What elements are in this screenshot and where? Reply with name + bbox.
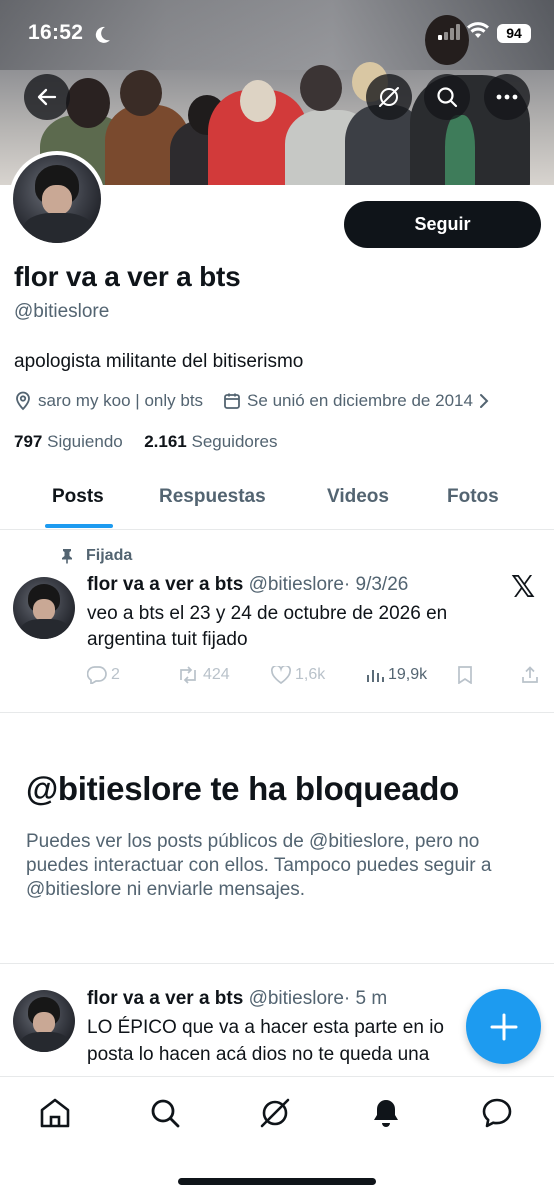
tweet-avatar[interactable] bbox=[13, 990, 75, 1052]
tab-posts[interactable]: Posts bbox=[52, 486, 104, 508]
messages-icon[interactable] bbox=[480, 1096, 514, 1135]
compose-button[interactable] bbox=[466, 989, 541, 1064]
battery-indicator: 94 bbox=[497, 24, 531, 43]
reply-icon bbox=[87, 666, 107, 684]
home-icon[interactable] bbox=[38, 1096, 72, 1135]
share-icon bbox=[522, 666, 538, 683]
tweet-time: · 9/3/26 bbox=[343, 574, 409, 595]
search-button[interactable] bbox=[424, 74, 470, 120]
more-button[interactable] bbox=[484, 74, 530, 120]
views-icon bbox=[367, 670, 384, 682]
moon-icon bbox=[92, 25, 112, 50]
search-icon bbox=[437, 87, 458, 108]
bell-icon[interactable] bbox=[369, 1096, 403, 1135]
profile-name: flor va a ver a bts bbox=[14, 261, 241, 292]
grok-icon[interactable] bbox=[258, 1096, 292, 1135]
blocked-text: Puedes ver los posts públicos de @bities… bbox=[26, 831, 492, 900]
tweet-text-line[interactable]: LO ÉPICO que va a hacer esta parte en io bbox=[87, 1015, 472, 1041]
following-link[interactable]: 797 Siguiendo bbox=[14, 432, 123, 451]
chevron-right-icon[interactable] bbox=[479, 393, 489, 409]
retweet-button[interactable]: 424 bbox=[177, 666, 230, 684]
tweet-author[interactable]: flor va a ver a bts bbox=[87, 574, 243, 595]
follow-counts: 797 Siguiendo 2.161 Seguidores bbox=[14, 432, 278, 452]
tab-videos[interactable]: Videos bbox=[327, 486, 389, 508]
pin-icon bbox=[62, 549, 72, 564]
profile-bio: apologista militante del bitiserismo bbox=[14, 351, 304, 372]
divider bbox=[0, 963, 554, 964]
like-button[interactable]: 1,6k bbox=[271, 666, 325, 684]
avatar bbox=[13, 155, 101, 243]
active-tab-indicator bbox=[45, 524, 113, 528]
tweet-header: flor va a ver a bts @bitieslore· 9/3/26 bbox=[87, 574, 408, 596]
back-button[interactable] bbox=[24, 74, 70, 120]
plus-icon bbox=[490, 1013, 517, 1040]
tweet-handle: @bitieslore bbox=[248, 574, 344, 595]
grok-button[interactable] bbox=[366, 74, 412, 120]
tweet-avatar[interactable] bbox=[13, 577, 75, 639]
tweet-header: flor va a ver a bts @bitieslore· 5 m bbox=[87, 988, 387, 1010]
profile-avatar[interactable] bbox=[9, 151, 105, 247]
tweet-handle: @bitieslore bbox=[248, 988, 344, 1009]
blocked-title: @bitieslore te ha bloqueado bbox=[26, 770, 459, 807]
profile-tabs: Posts Respuestas Videos Fotos bbox=[0, 470, 554, 530]
tweet-time: · 5 m bbox=[343, 988, 388, 1009]
location-icon bbox=[14, 391, 32, 411]
tab-fotos[interactable]: Fotos bbox=[447, 486, 499, 508]
tweet-author[interactable]: flor va a ver a bts bbox=[87, 988, 243, 1009]
tweet-text[interactable]: veo a bts el 23 y 24 de octubre de 2026 … bbox=[87, 601, 507, 653]
calendar-icon bbox=[223, 392, 241, 410]
home-indicator bbox=[178, 1178, 376, 1185]
tweet-actions: 2 424 1,6k 19,9k bbox=[87, 666, 542, 688]
more-icon bbox=[496, 94, 518, 100]
bookmark-icon bbox=[458, 666, 472, 684]
profile-meta: saro my koo | only bts Se unió en diciem… bbox=[14, 389, 489, 413]
signal-icon bbox=[438, 24, 460, 45]
profile-location: saro my koo | only bts bbox=[38, 391, 204, 410]
x-logo-icon: 𝕏 bbox=[511, 570, 536, 605]
views-button[interactable]: 19,9k bbox=[366, 666, 427, 684]
follow-button[interactable]: Seguir bbox=[344, 201, 541, 248]
back-arrow-icon bbox=[37, 88, 57, 106]
profile-handle: @bitieslore bbox=[14, 301, 110, 322]
heart-icon bbox=[271, 666, 291, 684]
share-button[interactable] bbox=[521, 666, 539, 684]
tweet-text-line[interactable]: posta lo hacen acá dios no te queda una bbox=[87, 1042, 472, 1068]
status-bar: 16:52 94 bbox=[0, 0, 554, 62]
reply-button[interactable]: 2 bbox=[87, 666, 120, 684]
circle-slash-icon bbox=[379, 87, 399, 107]
tab-respuestas[interactable]: Respuestas bbox=[159, 486, 266, 508]
retweet-icon bbox=[180, 666, 196, 684]
bookmark-button[interactable] bbox=[457, 666, 473, 684]
divider bbox=[0, 712, 554, 713]
profile-joined: Se unió en diciembre de 2014 bbox=[247, 391, 473, 410]
wifi-icon bbox=[466, 22, 490, 45]
search-icon[interactable] bbox=[148, 1096, 182, 1135]
pinned-label: Fijada bbox=[60, 547, 132, 565]
status-time: 16:52 bbox=[28, 21, 84, 44]
followers-link[interactable]: 2.161 Seguidores bbox=[144, 432, 277, 451]
